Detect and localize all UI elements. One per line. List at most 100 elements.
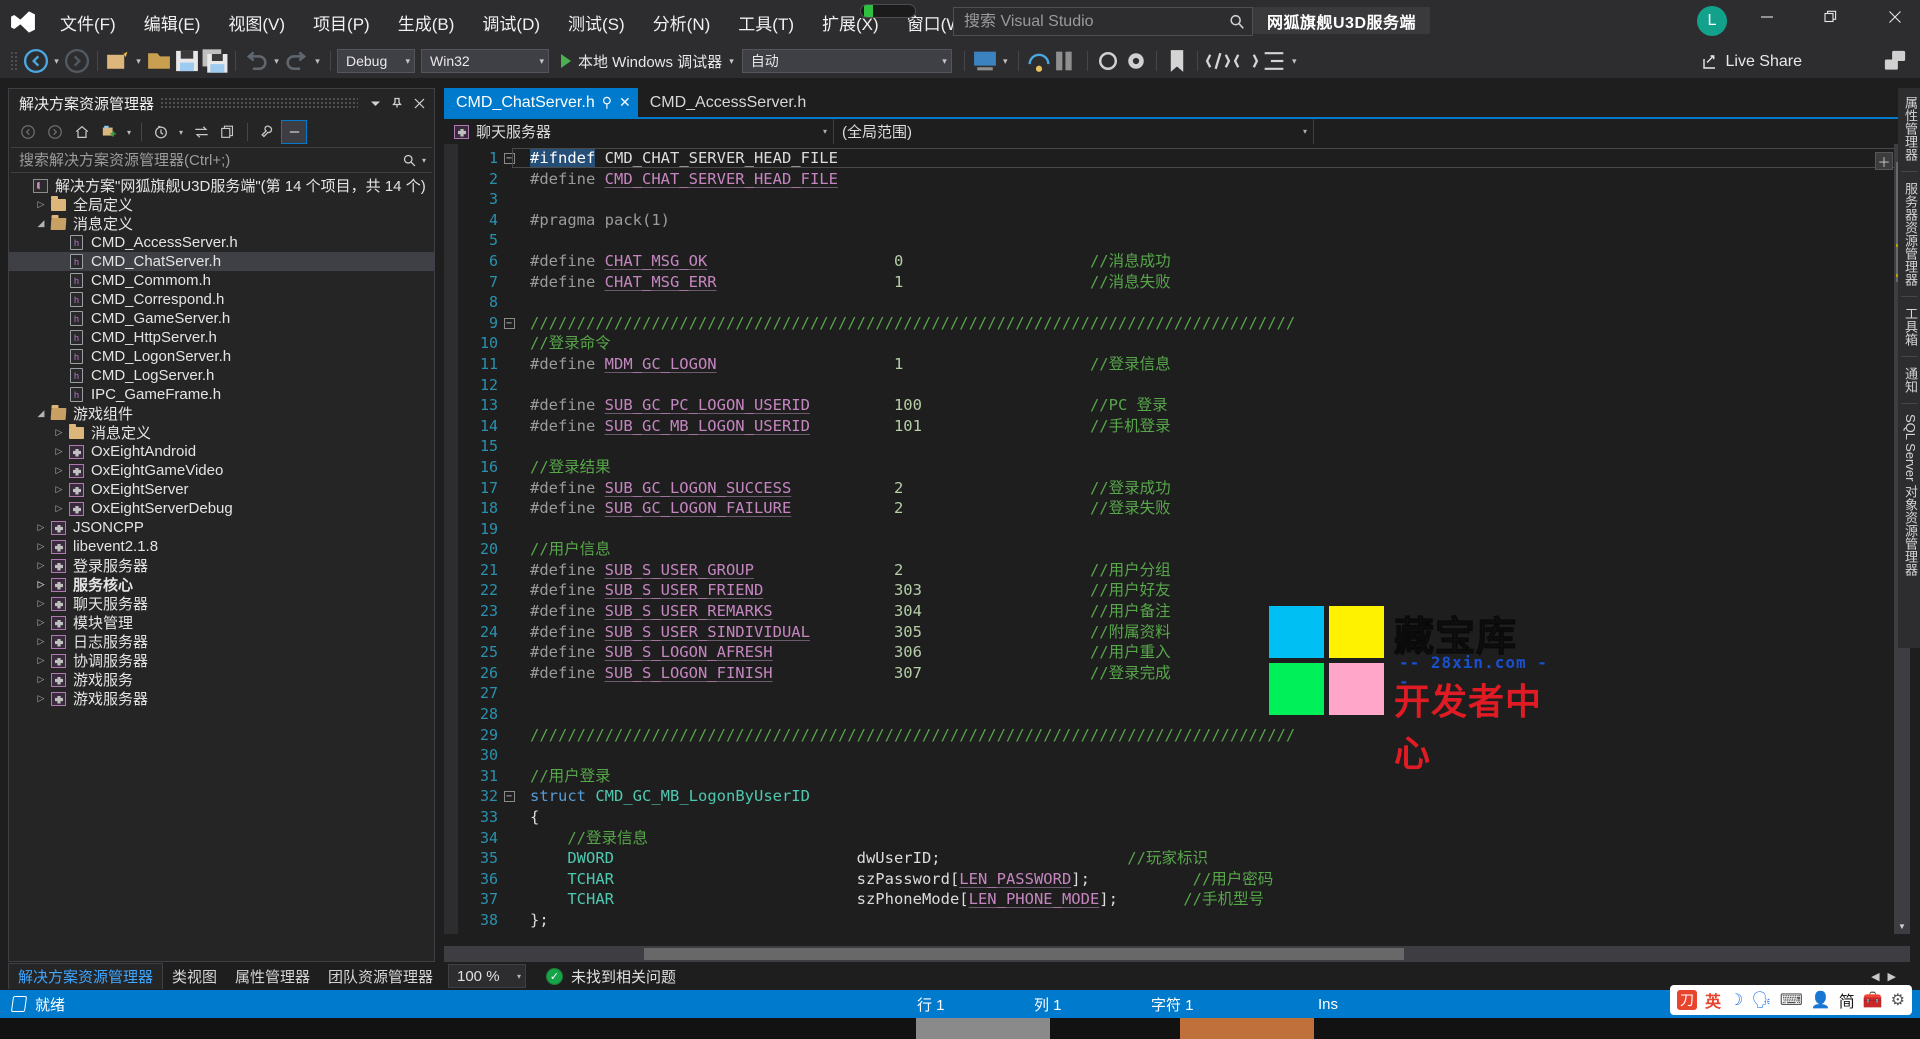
editor-tab-cmd-chatserver[interactable]: CMD_ChatServer.h ⚲ ✕: [444, 88, 638, 117]
ime-mode[interactable]: 英: [1705, 988, 1721, 1012]
chevron-right-icon[interactable]: ▷: [51, 427, 67, 438]
dock-tab-property-manager[interactable]: 属性管理器: [226, 963, 319, 989]
code-lines[interactable]: 1− #ifndef CMD_CHAT_SERVER_HEAD_FILE 2 #def…: [458, 148, 1910, 934]
code-line[interactable]: 37 TCHAR szPhoneMode[LEN_PHONE_MODE]; //…: [458, 889, 1910, 910]
dock-tab-solution-explorer[interactable]: 解决方案资源管理器: [8, 963, 164, 989]
code-line[interactable]: 16 //登录结果: [458, 457, 1910, 478]
close-icon[interactable]: ✕: [619, 94, 631, 111]
voice-icon[interactable]: 🗣: [1751, 990, 1771, 1010]
live-share-button[interactable]: Live Share: [1701, 50, 1802, 74]
attach-caret-icon[interactable]: ▾: [999, 48, 1012, 74]
tree-node[interactable]: CMD_Correspond.h: [9, 290, 434, 309]
user-icon[interactable]: 👤: [1811, 990, 1831, 1010]
issues-next-icon[interactable]: ▶: [1888, 970, 1896, 983]
code-line[interactable]: 27: [458, 683, 1910, 704]
nav-member-combo[interactable]: ▾: [1314, 119, 1910, 144]
horizontal-scroll-thumb[interactable]: [644, 948, 1404, 960]
tree-node[interactable]: CMD_LogonServer.h: [9, 347, 434, 366]
new-project-icon[interactable]: [104, 48, 132, 74]
add-dropdown-icon[interactable]: ▾: [123, 120, 135, 144]
back-icon[interactable]: [15, 120, 41, 144]
nav-project-combo[interactable]: 聊天服务器 ▾: [444, 119, 834, 144]
solution-search-box[interactable]: ▾: [11, 147, 432, 173]
code-line[interactable]: 10 //登录命令: [458, 333, 1910, 354]
chevron-right-icon[interactable]: ▷: [33, 598, 49, 609]
start-debug-button[interactable]: 本地 Windows 调试器 ▾: [555, 48, 740, 74]
avatar[interactable]: L: [1697, 6, 1727, 36]
home-icon[interactable]: [69, 120, 95, 144]
tree-node[interactable]: ▷ 消息定义: [9, 423, 434, 442]
platform-combo[interactable]: Win32 ▾: [421, 49, 549, 73]
navigate-back-icon[interactable]: [22, 48, 50, 74]
search-input[interactable]: [964, 12, 1228, 31]
chevron-down-icon[interactable]: ◢: [33, 218, 49, 229]
tree-node[interactable]: CMD_ChatServer.h: [9, 252, 434, 271]
code-line[interactable]: 3: [458, 189, 1910, 210]
tree-node[interactable]: ▷ 聊天服务器: [9, 594, 434, 613]
minimize-button[interactable]: [1744, 0, 1790, 34]
tree-node[interactable]: CMD_LogServer.h: [9, 366, 434, 385]
editor-tab-cmd-accessserver[interactable]: CMD_AccessServer.h: [638, 88, 814, 117]
code-line[interactable]: 30: [458, 745, 1910, 766]
restore-button[interactable]: [1808, 0, 1854, 34]
code-line[interactable]: 25 #define SUB_S_LOGON_AFRESH 306 //用户重入: [458, 642, 1910, 663]
tree-node[interactable]: CMD_HttpServer.h: [9, 328, 434, 347]
pin-icon[interactable]: [386, 92, 408, 114]
auto-combo[interactable]: 自动 ▾: [741, 49, 952, 73]
step-over-icon[interactable]: [1025, 48, 1053, 74]
code-line[interactable]: 5: [458, 230, 1910, 251]
add-adornment-icon[interactable]: ＋: [1875, 152, 1893, 170]
code-line[interactable]: 9−//////////////////////////////////////…: [458, 313, 1910, 334]
forward-icon[interactable]: [42, 120, 68, 144]
chevron-down-icon[interactable]: ◢: [33, 408, 49, 419]
ime-toolbar[interactable]: 刀 英 ☽ 🗣 ⌨ 👤 简 🧰 ⚙: [1670, 985, 1912, 1015]
chevron-down-icon[interactable]: [364, 92, 386, 114]
undo-icon[interactable]: [242, 48, 270, 74]
code-line[interactable]: 18 #define SUB_GC_LOGON_FAILURE 2 //登录失败: [458, 498, 1910, 519]
code-line[interactable]: 39: [458, 931, 1910, 934]
fold-toggle[interactable]: −: [498, 317, 520, 329]
keyboard-icon[interactable]: ⌨: [1780, 990, 1803, 1010]
chevron-right-icon[interactable]: ▷: [33, 560, 49, 571]
code-editor[interactable]: 1− #ifndef CMD_CHAT_SERVER_HEAD_FILE 2 #def…: [444, 144, 1910, 934]
tree-node[interactable]: ▷ libevent2.1.8: [9, 537, 434, 556]
issues-prev-icon[interactable]: ◀: [1871, 970, 1879, 983]
rdock-tab-toolbox[interactable]: 工具箱: [1898, 299, 1920, 354]
search-dropdown-icon[interactable]: ▾: [422, 156, 426, 165]
chevron-right-icon[interactable]: ▷: [33, 674, 49, 685]
tree-node[interactable]: CMD_AccessServer.h: [9, 233, 434, 252]
code-line[interactable]: 28: [458, 704, 1910, 725]
taskbar-item-2[interactable]: [1180, 1018, 1314, 1039]
tree-node[interactable]: CMD_Commom.h: [9, 271, 434, 290]
code-line[interactable]: 4 #pragma pack(1): [458, 210, 1910, 231]
chevron-right-icon[interactable]: ▷: [51, 465, 67, 476]
comment-selection-icon[interactable]: [1204, 48, 1232, 74]
tree-node[interactable]: ▷ 协调服务器: [9, 651, 434, 670]
add-new-item-icon[interactable]: [96, 120, 122, 144]
menu-analyze[interactable]: 分析(N): [639, 0, 725, 44]
code-line[interactable]: 38};: [458, 910, 1910, 931]
save-all-icon[interactable]: [201, 48, 229, 74]
navigate-back-caret-icon[interactable]: ▾: [50, 48, 63, 74]
rdock-tab-server-explorer[interactable]: 服务器资源管理器: [1898, 174, 1920, 294]
code-line[interactable]: 36 TCHAR szPassword[LEN_PASSWORD]; //用户密…: [458, 869, 1910, 890]
code-line[interactable]: 34 //登录信息: [458, 828, 1910, 849]
code-line[interactable]: 11 #define MDM_GC_LOGON 1 //登录信息: [458, 354, 1910, 375]
code-line[interactable]: 33 {: [458, 807, 1910, 828]
code-line[interactable]: 22 #define SUB_S_USER_FRIEND 303 //用户好友: [458, 580, 1910, 601]
taskbar-item-1[interactable]: [916, 1018, 1050, 1039]
close-button[interactable]: [1872, 0, 1918, 34]
attach-process-icon[interactable]: [971, 48, 999, 74]
chevron-right-icon[interactable]: ▷: [33, 655, 49, 666]
toggle-breakpoint-icon[interactable]: [1094, 48, 1122, 74]
code-line[interactable]: 26 #define SUB_S_LOGON_FINISH 307 //登录完成: [458, 663, 1910, 684]
menu-file[interactable]: 文件(F): [46, 0, 130, 44]
indent-icon[interactable]: [1260, 48, 1288, 74]
chevron-right-icon[interactable]: ▷: [33, 199, 49, 210]
fold-toggle[interactable]: −: [498, 152, 520, 164]
new-project-caret-icon[interactable]: ▾: [132, 48, 145, 74]
chevron-right-icon[interactable]: ▷: [51, 446, 67, 457]
breakpoint-settings-icon[interactable]: [1122, 48, 1150, 74]
code-line[interactable]: 1− #ifndef CMD_CHAT_SERVER_HEAD_FILE: [458, 148, 1910, 169]
step-into-icon[interactable]: [1053, 48, 1081, 74]
